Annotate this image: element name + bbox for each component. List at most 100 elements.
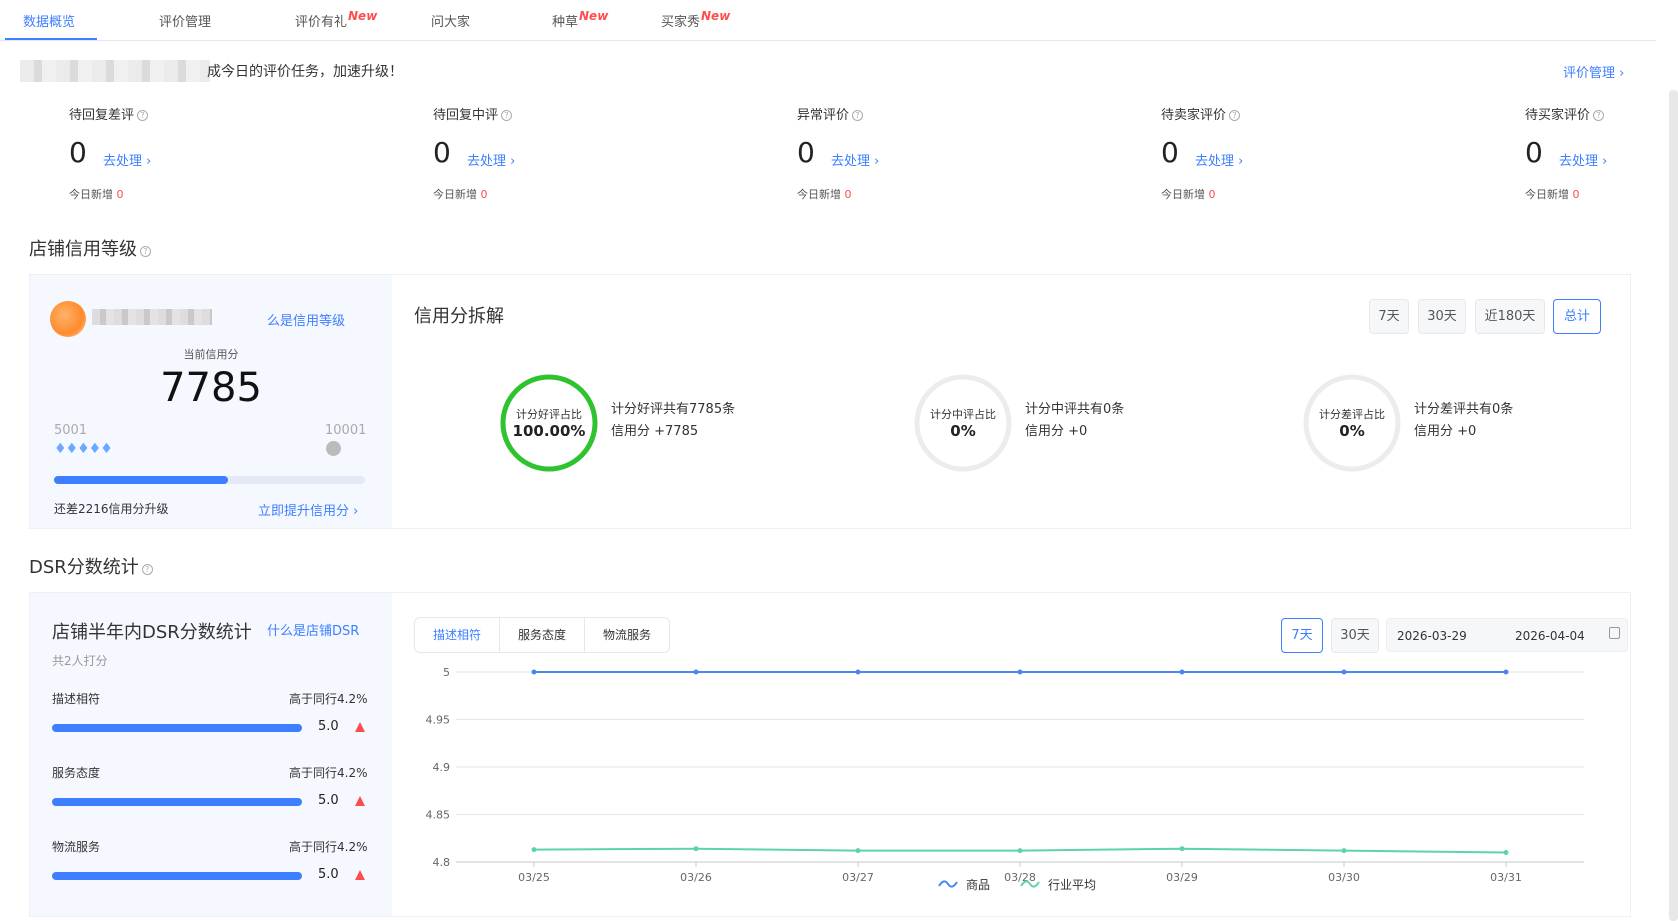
go-handle-link[interactable]: 去处理 › (1559, 150, 1607, 169)
tab-review-management[interactable]: 评价管理 (159, 11, 211, 30)
data-point[interactable] (855, 848, 861, 854)
data-point[interactable] (1341, 669, 1347, 675)
tab-review-gift[interactable]: 评价有礼 New (295, 9, 377, 30)
range-30d-button[interactable]: 30天 (1331, 618, 1379, 653)
what-is-dsr-link[interactable]: 什么是店铺DSR (267, 620, 359, 639)
data-point[interactable] (693, 846, 699, 852)
credit-progress-track (54, 476, 365, 484)
dsr-line-chart: 5 4.95 4.9 4.85 4.8 03/25 03/26 03/27 03/28 03/29… (426, 666, 1584, 892)
go-handle-link[interactable]: 去处理 › (467, 150, 515, 169)
y-tick-label: 4.9 (433, 761, 451, 774)
stat-abnormal: 异常评价? 0 去处理 › 今日新增 0 (797, 108, 880, 201)
calendar-icon (1609, 627, 1620, 639)
date-start: 2026-03-29 (1397, 629, 1467, 643)
tab-ask-everyone[interactable]: 问大家 (431, 11, 470, 30)
range-7d-button[interactable]: 7天 (1281, 618, 1323, 653)
tab-overview[interactable]: 数据概览 (23, 11, 75, 30)
stat-pending-neutral: 待回复中评? 0 去处理 › 今日新增 0 (433, 108, 516, 201)
negative-ratio-ring: 计分差评占比 0% (1302, 373, 1402, 473)
tab-service-attitude[interactable]: 服务态度 (500, 618, 586, 652)
data-point[interactable] (1503, 669, 1509, 675)
up-arrow-icon (355, 870, 365, 880)
period-7d-button[interactable]: 7天 (1369, 299, 1409, 334)
dsr-logistics-bar (52, 872, 302, 880)
dsr-summary-panel: 店铺半年内DSR分数统计 什么是店铺DSR 共2人打分 描述相符 高于同行4.2… (30, 593, 392, 916)
credit-progress-fill (54, 476, 229, 484)
data-point[interactable] (1017, 848, 1023, 854)
new-badge: New (579, 9, 609, 23)
period-180d-button[interactable]: 近180天 (1475, 299, 1545, 334)
x-tick-label: 03/29 (1166, 871, 1198, 884)
y-tick-label: 4.8 (433, 856, 451, 869)
up-arrow-icon (355, 722, 365, 732)
stat-pending-buyer: 待买家评价? 0 去处理 › 今日新增 0 (1525, 108, 1608, 201)
help-icon[interactable]: ? (137, 110, 149, 121)
tab-seeding[interactable]: 种草 New (552, 9, 608, 30)
data-point[interactable] (1503, 850, 1509, 855)
help-icon[interactable]: ? (1229, 110, 1241, 121)
go-handle-link[interactable]: 去处理 › (831, 150, 879, 169)
x-tick-label: 03/26 (680, 871, 712, 884)
go-handle-link[interactable]: 去处理 › (1195, 150, 1243, 169)
legend-label[interactable]: 行业平均 (1048, 878, 1096, 892)
blurred-shop-name (20, 60, 210, 82)
up-arrow-icon (355, 796, 365, 806)
go-handle-link[interactable]: 去处理 › (103, 150, 151, 169)
dsr-desc-bar (52, 724, 302, 732)
x-tick-label: 03/25 (518, 871, 550, 884)
data-point[interactable] (1179, 669, 1185, 675)
active-tab-indicator (5, 38, 97, 40)
what-is-credit-link[interactable]: 么是信用等级 (267, 310, 345, 329)
help-icon[interactable]: ? (1593, 110, 1605, 121)
help-icon[interactable]: ? (140, 246, 151, 257)
data-point[interactable] (1341, 848, 1347, 854)
tab-desc-match[interactable]: 描述相符 (415, 618, 501, 652)
diamond-level-icon: ♦♦♦♦♦ (54, 441, 113, 457)
help-icon[interactable]: ? (141, 564, 153, 575)
period-30d-button[interactable]: 30天 (1418, 299, 1466, 334)
period-total-button[interactable]: 总计 (1553, 299, 1601, 334)
date-end: 2026-04-04 (1515, 629, 1585, 643)
x-tick-label: 03/31 (1490, 871, 1522, 884)
page-scrollbar[interactable] (1669, 90, 1678, 921)
help-icon[interactable]: ? (852, 110, 864, 121)
data-point[interactable] (1179, 846, 1185, 852)
tab-logistics-service[interactable]: 物流服务 (585, 618, 669, 652)
positive-ratio-ring: 计分好评占比 100.00% (499, 373, 599, 473)
blurred-shop-id (92, 309, 212, 325)
legend-label[interactable]: 商品 (966, 877, 990, 892)
credit-summary-panel: 么是信用等级 当前信用分 7785 5001 10001 ♦♦♦♦♦ 还差221… (30, 275, 392, 528)
y-tick-label: 4.85 (426, 809, 451, 822)
legend-wave-icon (938, 880, 958, 888)
data-point[interactable] (693, 669, 699, 675)
stat-pending-seller: 待卖家评价? 0 去处理 › 今日新增 0 (1161, 108, 1244, 201)
current-credit-score: 7785 (160, 365, 262, 411)
breakdown-title: 信用分拆解 (414, 306, 504, 327)
x-tick-label: 03/27 (842, 871, 874, 884)
data-point[interactable] (531, 669, 537, 675)
improve-credit-link[interactable]: 立即提升信用分 › (258, 500, 358, 519)
tab-buyer-show[interactable]: 买家秀 New (661, 9, 730, 30)
credit-section-title: 店铺信用等级? (29, 235, 151, 261)
y-tick-label: 4.95 (426, 714, 451, 727)
data-point[interactable] (531, 847, 537, 853)
help-icon[interactable]: ? (501, 110, 513, 121)
crown-level-icon (326, 441, 341, 456)
dsr-service-bar (52, 798, 302, 806)
data-point[interactable] (1017, 669, 1023, 675)
x-tick-label: 03/30 (1328, 871, 1360, 884)
dsr-metric-tabs: 描述相符 服务态度 物流服务 (414, 617, 671, 653)
dsr-section-title: DSR分数统计? (29, 553, 153, 579)
date-range-picker[interactable]: 2026-03-29 2026-04-04 (1386, 618, 1628, 652)
top-tab-bar: 数据概览 评价管理 评价有礼 New 问大家 种草 New 买家秀 New (0, 0, 1656, 41)
new-badge: New (348, 9, 378, 23)
y-tick-label: 5 (443, 666, 450, 679)
shop-avatar (50, 301, 86, 337)
data-point[interactable] (855, 669, 861, 675)
x-tick-label: 03/28 (1004, 871, 1036, 884)
review-management-link[interactable]: 评价管理 › (1563, 62, 1624, 81)
banner-text: 成今日的评价任务，加速升级！ (207, 64, 403, 80)
neutral-ratio-ring: 计分中评占比 0% (913, 373, 1013, 473)
stat-pending-negative: 待回复差评? 0 去处理 › 今日新增 0 (69, 108, 152, 201)
new-badge: New (701, 9, 731, 23)
